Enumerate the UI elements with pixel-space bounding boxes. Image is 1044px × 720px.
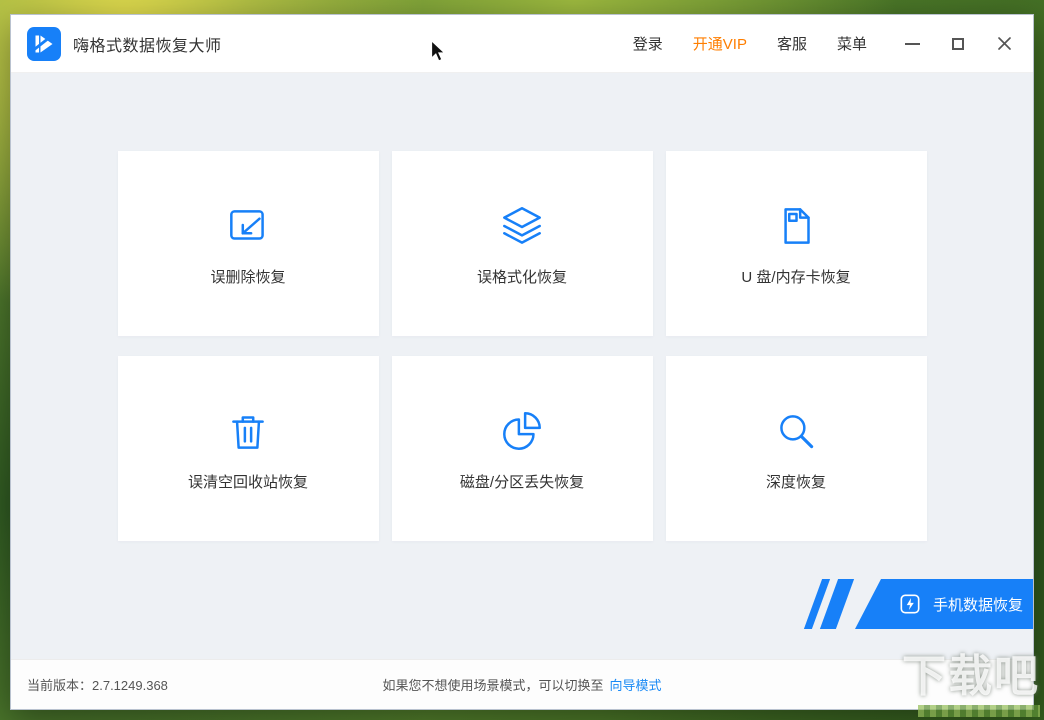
app-logo-icon <box>27 27 61 61</box>
magnifier-icon <box>771 406 821 456</box>
maximize-icon <box>952 38 964 50</box>
maximize-button[interactable] <box>949 35 967 53</box>
card-unformat-recovery[interactable]: 误格式化恢复 <box>392 151 653 336</box>
menu-button[interactable]: 菜单 <box>837 33 867 54</box>
close-icon <box>997 36 1012 51</box>
main-area: 误删除恢复 误格式化恢复 <box>11 73 1033 661</box>
titlebar-menu: 登录 开通VIP 客服 菜单 <box>633 33 867 54</box>
card-label: 磁盘/分区丢失恢复 <box>460 471 584 492</box>
card-recycle-bin-recovery[interactable]: 误清空回收站恢复 <box>118 356 379 541</box>
phone-bolt-icon <box>897 591 923 617</box>
card-label: 误格式化恢复 <box>477 266 567 287</box>
login-button[interactable]: 登录 <box>633 33 663 54</box>
mobile-data-recovery-button[interactable]: 手机数据恢复 <box>855 579 1033 629</box>
status-bar: 当前版本：2.7.1249.368 如果您不想使用场景模式，可以切换至向导模式 <box>11 659 1033 709</box>
card-label: 深度恢复 <box>766 471 826 492</box>
wizard-mode-link[interactable]: 向导模式 <box>610 678 662 693</box>
card-label: U 盘/内存卡恢复 <box>741 266 850 287</box>
pie-disk-icon <box>497 406 547 456</box>
title-bar: 嗨格式数据恢复大师 登录 开通VIP 客服 菜单 <box>11 15 1033 73</box>
trash-icon <box>223 406 273 456</box>
vip-button[interactable]: 开通VIP <box>693 33 747 54</box>
card-usb-sdcard-recovery[interactable]: U 盘/内存卡恢复 <box>666 151 927 336</box>
sd-card-icon <box>771 201 821 251</box>
window-controls <box>903 35 1013 53</box>
card-label: 误清空回收站恢复 <box>188 471 308 492</box>
mode-hint: 如果您不想使用场景模式，可以切换至向导模式 <box>382 675 661 694</box>
close-button[interactable] <box>995 35 1013 53</box>
mode-hint-text: 如果您不想使用场景模式，可以切换至 <box>382 678 603 693</box>
app-title: 嗨格式数据恢复大师 <box>73 32 222 56</box>
layers-icon <box>497 201 547 251</box>
card-partition-loss-recovery[interactable]: 磁盘/分区丢失恢复 <box>392 356 653 541</box>
support-button[interactable]: 客服 <box>777 33 807 54</box>
image-restore-icon <box>223 201 273 251</box>
recovery-mode-grid: 误删除恢复 误格式化恢复 <box>11 73 1033 541</box>
card-undelete-recovery[interactable]: 误删除恢复 <box>118 151 379 336</box>
version-label: 当前版本：2.7.1249.368 <box>27 675 168 694</box>
card-label: 误删除恢复 <box>210 266 285 287</box>
card-deep-recovery[interactable]: 深度恢复 <box>666 356 927 541</box>
minimize-icon <box>905 43 920 45</box>
mobile-button-label: 手机数据恢复 <box>933 594 1023 615</box>
minimize-button[interactable] <box>903 35 921 53</box>
app-window: 嗨格式数据恢复大师 登录 开通VIP 客服 菜单 <box>10 14 1034 710</box>
